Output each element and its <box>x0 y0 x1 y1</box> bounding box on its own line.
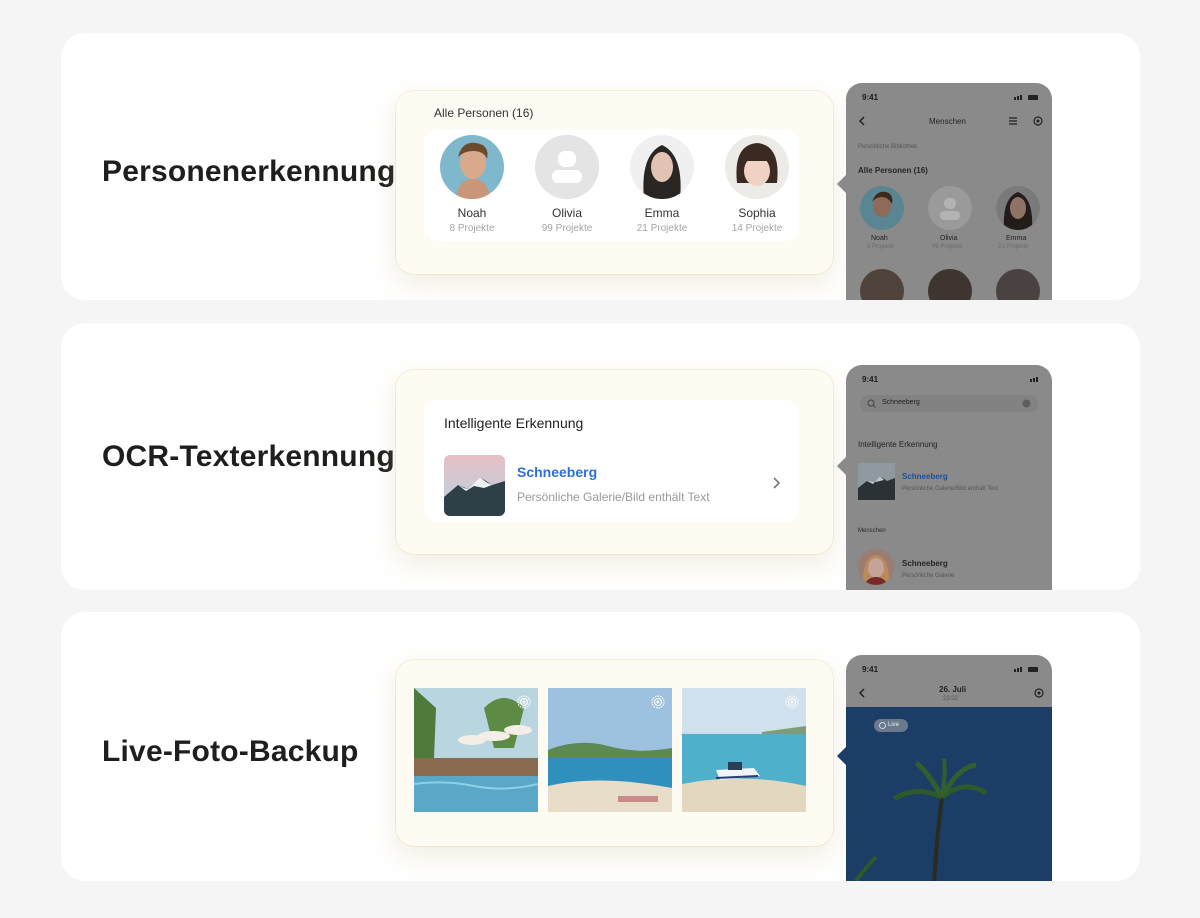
pointer-arrow <box>837 457 846 475</box>
section-title: Personenerkennung <box>102 155 396 188</box>
photo-thumbnail-beach[interactable] <box>548 688 672 812</box>
live-badge-label: Live <box>888 722 900 728</box>
person-name: Olivia <box>551 206 582 220</box>
section-label: Intelligente Erkennung <box>858 440 938 449</box>
person-title[interactable]: Schneeberg <box>902 559 948 568</box>
avatar[interactable] <box>928 269 972 300</box>
person-name: Noah <box>457 206 487 220</box>
avatar[interactable] <box>860 186 904 230</box>
phone-mockup-ocr: 9:41 Schneeberg Intelligente Erkennung S… <box>846 365 1052 590</box>
pointer-arrow <box>837 747 846 765</box>
person-name: Emma <box>1006 235 1027 242</box>
person-name: Emma <box>644 206 680 220</box>
person-item-sophia[interactable]: Sophia 14 Projekte <box>702 135 812 234</box>
live-badge: Live <box>874 719 908 732</box>
settings-icon[interactable] <box>1034 688 1044 698</box>
status-icons <box>1014 95 1038 100</box>
settings-icon[interactable] <box>1033 116 1043 126</box>
status-time: 9:41 <box>862 665 879 674</box>
person-count: 21 Projekte <box>636 223 688 234</box>
live-photo-preview-card <box>396 660 833 846</box>
result-path: Persönliche Galerie/Bild enthält Text <box>902 486 999 492</box>
chevron-right-icon[interactable] <box>768 475 784 491</box>
live-photo-preview[interactable]: Live <box>846 707 1052 881</box>
photo-thumbnail-pool[interactable] <box>414 688 538 812</box>
people-preview-card: Alle Personen (16) Noah 8 Projekte Olivi… <box>396 91 833 274</box>
person-name: Noah <box>871 235 888 242</box>
search-input[interactable]: Schneeberg <box>860 395 1038 412</box>
person-count: 14 Projekte <box>731 223 783 234</box>
status-icons <box>1030 377 1038 382</box>
list-icon[interactable] <box>1008 116 1018 126</box>
clear-icon[interactable] <box>1022 399 1031 408</box>
ocr-result-title[interactable]: Schneeberg <box>517 464 597 480</box>
back-chevron-icon[interactable] <box>858 116 866 126</box>
photo-date: 26. Juli <box>939 685 967 694</box>
live-photo-icon <box>785 695 799 709</box>
person-count: 99 Projekte <box>932 244 963 250</box>
section-live-photo-backup: Live-Foto-Backup 9:41 26. Juli 23:02 Liv… <box>61 612 1140 881</box>
mountain-thumbnail[interactable] <box>444 455 505 516</box>
avatar[interactable] <box>858 549 894 585</box>
search-value: Schneeberg <box>882 399 920 406</box>
avatar <box>630 135 694 199</box>
nav-title: Menschen <box>929 117 966 126</box>
status-time: 9:41 <box>862 375 879 384</box>
person-count: 8 Projekte <box>867 244 895 250</box>
section-title: Live-Foto-Backup <box>102 735 359 768</box>
photo-clock: 23:02 <box>943 696 959 702</box>
avatar[interactable] <box>860 269 904 300</box>
photo-thumbnail-boat[interactable] <box>682 688 806 812</box>
avatar[interactable] <box>996 186 1040 230</box>
person-count: 8 Projekte <box>449 223 495 234</box>
avatar <box>440 135 504 199</box>
live-photo-icon <box>879 722 886 729</box>
people-label: Menschen <box>858 528 886 534</box>
pointer-arrow <box>837 175 846 193</box>
search-icon <box>867 399 876 408</box>
phone-mockup-people: 9:41 Menschen Persönliche Bibliothek All… <box>846 83 1052 300</box>
result-title[interactable]: Schneeberg <box>902 472 948 481</box>
person-count: 21 Projekte <box>998 244 1029 250</box>
avatar-placeholder-icon[interactable] <box>928 186 972 230</box>
live-photo-icon <box>517 695 531 709</box>
person-name: Olivia <box>940 235 958 242</box>
section-title: OCR-Texterkennung <box>102 440 395 473</box>
back-chevron-icon[interactable] <box>858 688 866 698</box>
library-label: Persönliche Bibliothek <box>858 144 918 150</box>
smart-recognition-label: Intelligente Erkennung <box>444 415 584 431</box>
person-item-emma[interactable]: Emma 21 Projekte <box>607 135 717 234</box>
live-photo-icon <box>651 695 665 709</box>
avatar <box>725 135 789 199</box>
person-count: 99 Projekte <box>541 223 593 234</box>
person-path: Persönliche Galerie <box>902 573 955 579</box>
person-item-noah[interactable]: Noah 8 Projekte <box>417 135 527 234</box>
section-people-recognition: Personenerkennung Alle Personen (16) Noa… <box>61 33 1140 300</box>
person-item-olivia[interactable]: Olivia 99 Projekte <box>512 135 622 234</box>
mountain-thumbnail[interactable] <box>858 463 895 500</box>
ocr-result-path: Persönliche Galerie/Bild enthält Text <box>517 490 710 504</box>
phone-mockup-live: 9:41 26. Juli 23:02 Live <box>846 655 1052 881</box>
list-label: Alle Personen (16) <box>858 166 928 175</box>
avatar[interactable] <box>996 269 1040 300</box>
section-ocr-recognition: OCR-Texterkennung Intelligente Erkennung… <box>61 323 1140 590</box>
ocr-preview-card: Intelligente Erkennung Schneeberg Persön… <box>396 370 833 554</box>
avatar-placeholder-icon <box>535 135 599 199</box>
status-icons <box>1014 667 1038 672</box>
all-persons-label: Alle Personen (16) <box>434 106 534 120</box>
person-name: Sophia <box>738 206 776 220</box>
status-time: 9:41 <box>862 93 879 102</box>
